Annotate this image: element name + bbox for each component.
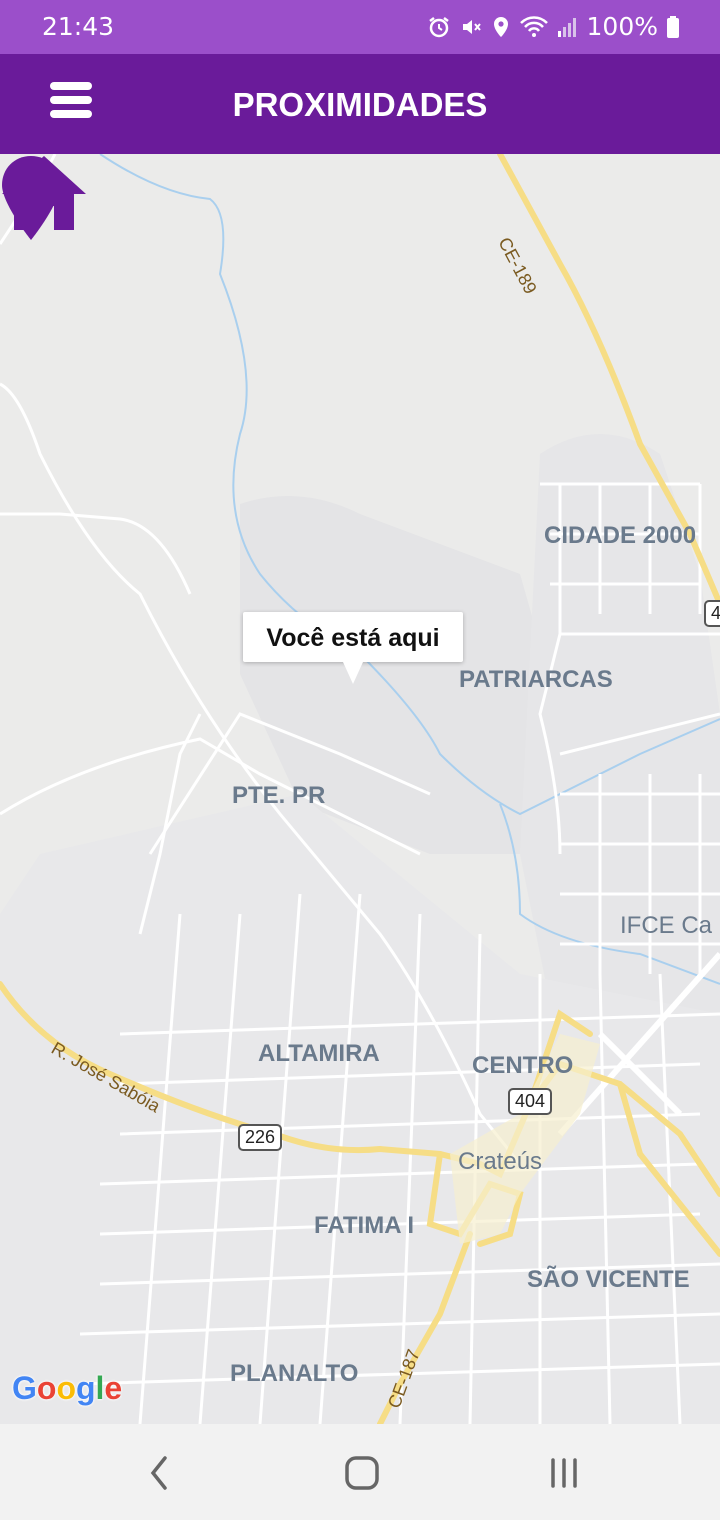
map-view[interactable]: CIDADE 2000 PATRIARCAS PTE. PR IFCE Ca A… xyxy=(0,154,720,1424)
back-icon[interactable] xyxy=(135,1448,185,1498)
road-shield-404: 404 xyxy=(508,1088,553,1115)
area-label-cidade-2000: CIDADE 2000 xyxy=(544,522,697,549)
status-time: 21:43 xyxy=(42,12,115,41)
location-icon xyxy=(493,16,508,37)
area-label-fatima-i: FATIMA I xyxy=(314,1212,414,1239)
home-circle-icon[interactable] xyxy=(337,1448,387,1498)
callout-tail xyxy=(343,662,363,684)
page-title: PROXIMIDADES xyxy=(232,86,488,123)
location-callout[interactable]: Você está aqui xyxy=(243,612,463,684)
status-icons: 100% xyxy=(427,12,680,41)
system-nav-bar xyxy=(0,1424,720,1520)
area-label-planalto: PLANALTO xyxy=(230,1360,359,1387)
area-label-pte-pr: PTE. PR xyxy=(232,782,326,809)
area-label-crateus: Crateús xyxy=(458,1148,543,1175)
road-shield-226: 226 xyxy=(238,1124,283,1151)
signal-icon xyxy=(557,17,576,37)
area-label-sao-vicente: SÃO VICENTE xyxy=(527,1266,690,1293)
mute-icon xyxy=(462,19,481,34)
road-shield-4: 4 xyxy=(704,600,720,627)
alarm-icon xyxy=(428,16,449,37)
area-label-centro: CENTRO xyxy=(472,1052,574,1079)
wifi-icon xyxy=(519,15,548,37)
recents-icon[interactable] xyxy=(539,1448,589,1498)
status-bar: 21:43 100% xyxy=(0,0,720,54)
battery-percent: 100% xyxy=(586,12,658,41)
area-label-altamira: ALTAMIRA xyxy=(258,1040,380,1067)
google-logo: Google xyxy=(12,1370,123,1406)
battery-icon xyxy=(667,15,679,38)
area-label-ifce: IFCE Ca xyxy=(620,912,713,939)
callout-text: Você está aqui xyxy=(266,624,440,652)
area-label-patriarcas: PATRIARCAS xyxy=(459,666,613,693)
home-marker-icon[interactable] xyxy=(0,154,88,232)
app-bar: PROXIMIDADES xyxy=(0,54,720,154)
